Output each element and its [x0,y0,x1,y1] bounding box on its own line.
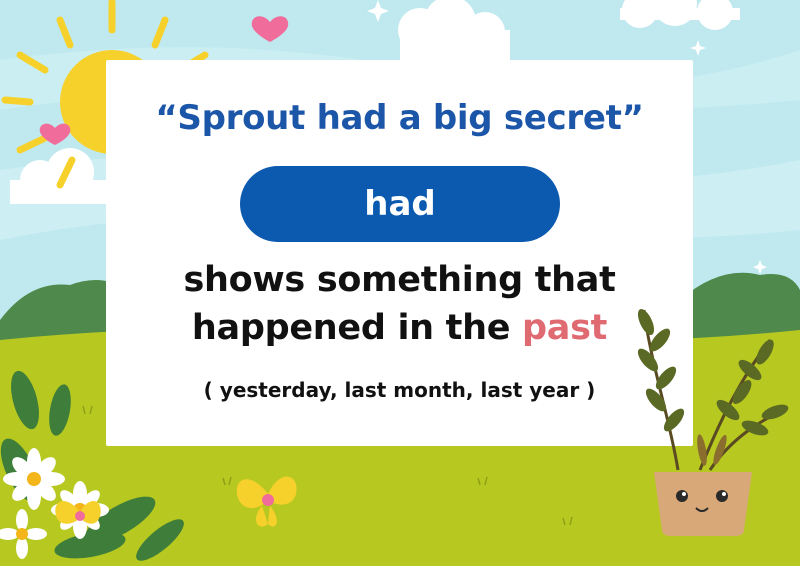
explanation-line-2: happened in the past [106,308,693,348]
quote-text: “Sprout had a big secret” [155,98,644,138]
highlight-word-pill: had [240,166,560,242]
explanation-line-1: shows something that [183,260,616,300]
explanation-line-2-prefix: happened in the [191,308,523,348]
potted-plant-icon [637,309,789,536]
examples-text: ( yesterday, last month, last year ) [203,378,596,402]
emphasis-word: past [522,308,608,348]
lesson-card: “Sprout had a big secret” had shows some… [106,60,693,446]
